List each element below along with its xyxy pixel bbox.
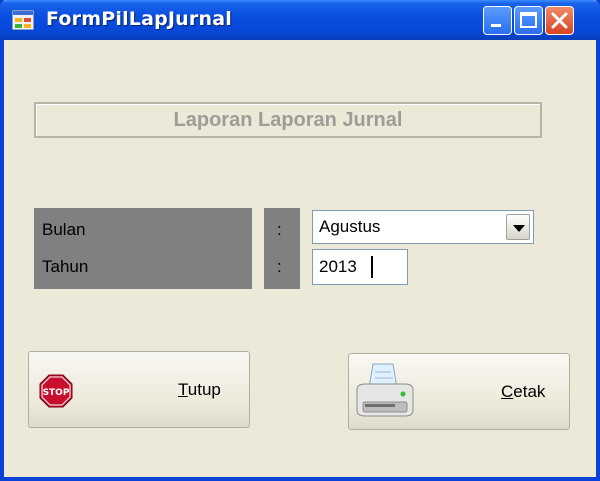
bulan-dropdown-button[interactable] <box>506 214 530 240</box>
tahun-input[interactable]: 2013 <box>312 249 408 285</box>
tutup-label: Tutup <box>178 380 221 400</box>
colon-panel: : : <box>264 208 300 289</box>
maximize-button[interactable] <box>514 6 543 35</box>
minimize-button[interactable] <box>483 6 512 35</box>
cetak-label: Cetak <box>501 382 545 402</box>
tahun-label: Tahun <box>42 257 89 276</box>
report-title: Laporan Laporan Jurnal <box>173 109 403 131</box>
bulan-dropdown[interactable]: Agustus <box>312 210 534 244</box>
maximize-icon <box>520 12 537 28</box>
stop-icon: STOP <box>39 374 73 408</box>
close-icon <box>551 12 568 29</box>
tutup-button[interactable]: STOP Tutup <box>28 351 250 428</box>
labels-panel: Bulan Tahun <box>34 208 252 289</box>
title-bar[interactable]: FormPilLapJurnal <box>0 0 600 40</box>
minimize-icon <box>491 24 501 27</box>
window-title: FormPilLapJurnal <box>46 8 232 30</box>
tahun-input-value: 2013 <box>319 257 357 276</box>
chevron-down-icon <box>513 225 525 232</box>
cetak-button[interactable]: Cetak <box>348 353 570 430</box>
form-window: FormPilLapJurnal Laporan Laporan Jurnal … <box>0 0 600 481</box>
svg-text:STOP: STOP <box>43 388 70 398</box>
tutup-label-rest: utup <box>187 380 221 399</box>
bulan-label: Bulan <box>42 220 86 239</box>
cetak-label-rest: etak <box>513 382 546 401</box>
tahun-colon: : <box>277 257 282 276</box>
bulan-selected-value: Agustus <box>319 217 381 236</box>
bulan-colon: : <box>277 220 282 239</box>
close-button[interactable] <box>545 6 574 35</box>
printer-icon <box>356 363 414 417</box>
tutup-mnemonic: T <box>178 380 188 399</box>
text-caret <box>371 256 373 278</box>
report-title-box: Laporan Laporan Jurnal <box>34 102 542 138</box>
form-app-icon <box>12 10 34 30</box>
cetak-mnemonic: C <box>501 382 514 401</box>
client-area: Laporan Laporan Jurnal Bulan Tahun : : A… <box>4 40 596 477</box>
